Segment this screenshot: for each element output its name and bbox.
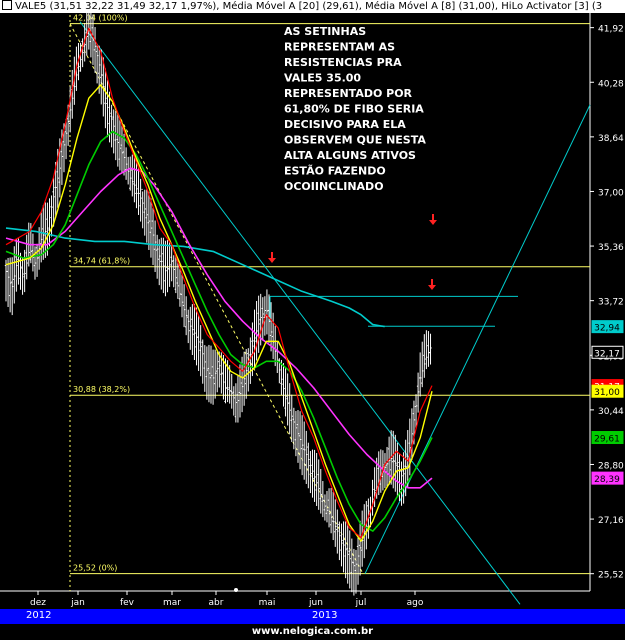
x-tick-label: abr (209, 598, 224, 608)
x-tick-label: dez (30, 598, 46, 608)
chart-window: VALE5 (31,51 32,22 31,49 32,17 1,97%), M… (0, 0, 625, 640)
x-tick-label: jun (308, 598, 323, 608)
fibo-level-label: 30,88 (38,2%) (73, 385, 130, 394)
fibo-level-label: 25,52 (0%) (73, 564, 117, 573)
price-tag-label: 32,17 (594, 349, 620, 359)
y-tick-label: 33,72 (598, 298, 624, 308)
x-tick-label: ago (407, 598, 424, 608)
annotation-line: 61,80% DE FIBO SERIA (284, 103, 424, 116)
y-tick-label: 38,64 (598, 134, 624, 144)
y-tick-label: 25,52 (598, 571, 624, 581)
y-tick-label: 30,44 (598, 407, 624, 417)
fibo-level-label: 34,74 (61,8%) (73, 257, 130, 266)
x-tick-label: mai (259, 598, 276, 608)
annotation-line: RESISTENCIAS PRA (284, 56, 402, 69)
annotation-line: AS SETINHAS (284, 25, 366, 38)
annotation-line: VALE5 35.00 (284, 72, 361, 85)
y-tick-label: 40,28 (598, 79, 624, 89)
annotation-line: OCOIINCLINADO (284, 180, 384, 193)
y-tick-label: 41,92 (598, 25, 624, 35)
annotation-line: REPRESENTAM AS (284, 41, 395, 54)
year-bar: 2012 2013 (0, 609, 625, 624)
annotation-line: OBSERVEM QUE NESTA (284, 134, 426, 147)
y-tick-label: 27,16 (598, 516, 624, 526)
y-tick-label: 37,00 (598, 188, 624, 198)
y-tick-label: 28,80 (598, 461, 624, 471)
price-tag-label: 32,94 (594, 324, 620, 334)
annotation-line: REPRESENTADO POR (284, 87, 413, 100)
year-label-2013: 2013 (312, 610, 338, 621)
price-chart[interactable]: 42,04 (100%) 34,74 (61,8%) 30,88 (38,2%) 25… (0, 13, 625, 609)
annotation-line: ALTA ALGUNS ATIVOS (284, 149, 416, 162)
x-tick-label: fev (120, 598, 135, 608)
x-tick-label: jul (355, 598, 367, 608)
x-tick-label: mar (163, 598, 181, 608)
chart-header: VALE5 (31,51 32,22 31,49 32,17 1,97%), M… (0, 0, 625, 13)
chart-header-text: VALE5 (31,51 32,22 31,49 32,17 1,97%), M… (15, 1, 603, 12)
year-label-2012: 2012 (26, 610, 52, 621)
x-tick-label: jan (70, 598, 85, 608)
footer-url: www.nelogica.com.br (0, 624, 625, 640)
price-tag-label: 29,61 (594, 435, 620, 445)
period-marker (234, 588, 238, 592)
price-tag-label: 28,39 (594, 475, 620, 485)
annotation-line: DECISIVO PARA ELA (284, 118, 406, 131)
y-tick-label: 35,36 (598, 243, 624, 253)
fibo-level-label: 42,04 (100%) (73, 14, 128, 23)
annotation-line: ESTÃO FAZENDO (284, 165, 386, 178)
price-tag-label: 31,00 (594, 388, 620, 398)
window-box-icon[interactable] (2, 0, 12, 10)
